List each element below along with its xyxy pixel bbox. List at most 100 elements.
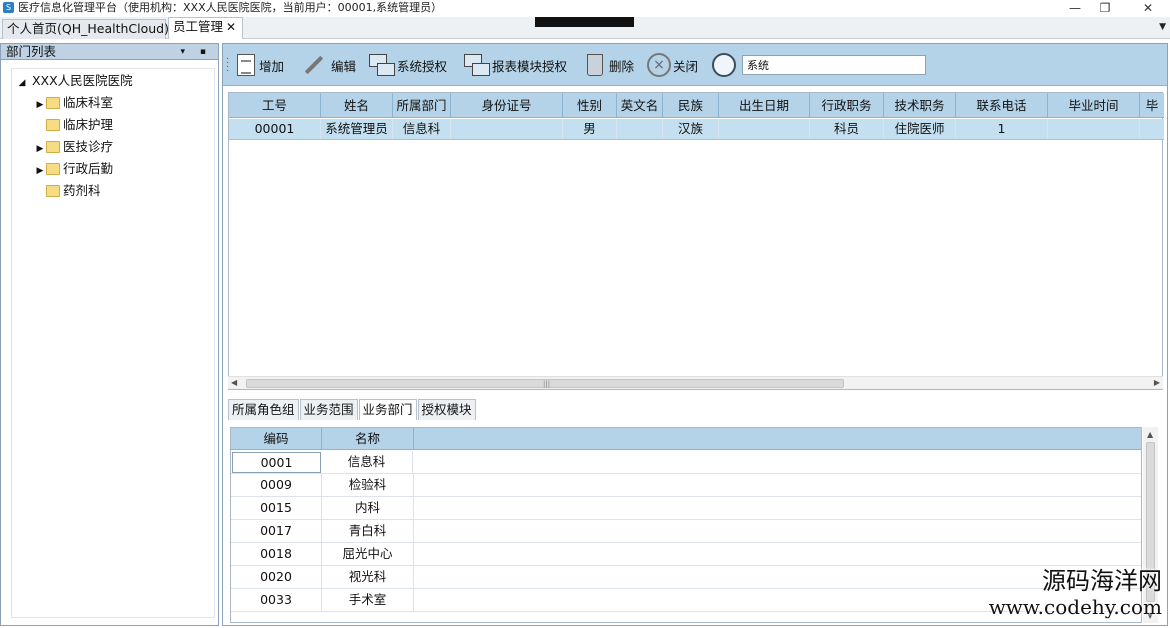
windows-icon: [369, 54, 395, 76]
staff-grid: 工号 姓名 所属部门 身份证号 性别 英文名 民族 出生日期 行政职务 技术职务…: [228, 92, 1164, 390]
cell-gender: 男: [563, 119, 617, 139]
tree-item-clinical-dept[interactable]: ▶ 临床科室: [34, 93, 113, 113]
tab-personal-home[interactable]: 个人首页(QH_HealthCloud): [2, 19, 169, 39]
cell-staff-id: 00001: [229, 119, 321, 139]
department-panel-header: 部门列表 ▾ ▪: [1, 44, 218, 60]
column-header[interactable]: 行政职务: [810, 93, 884, 118]
cell-name: 系统管理员: [321, 119, 393, 139]
app-logo-icon: S: [3, 2, 14, 13]
scroll-left-icon[interactable]: ◀: [231, 378, 237, 387]
column-header[interactable]: 联系电话: [956, 93, 1048, 118]
collapse-arrow-icon[interactable]: ◢: [16, 73, 28, 93]
column-header[interactable]: 姓名: [321, 93, 393, 118]
expand-arrow-icon[interactable]: ▶: [34, 161, 46, 181]
report-auth-button[interactable]: 报表模块授权: [464, 50, 567, 80]
staff-management-panel: ···· 增加 编辑 系统授权 报表模块授权 删除 ×关闭 工号 姓名 所属部门…: [222, 43, 1168, 626]
close-window-button[interactable]: ✕: [1137, 0, 1159, 16]
column-header[interactable]: 毕: [1140, 93, 1164, 118]
cell-phone: 1: [956, 119, 1048, 139]
tree-item-admin-logistics[interactable]: ▶ 行政后勤: [34, 159, 113, 179]
tree-item-pharmacy[interactable]: 药剂科: [34, 181, 101, 201]
close-circle-icon: ×: [647, 53, 671, 77]
minimize-button[interactable]: —: [1064, 0, 1086, 16]
restore-button[interactable]: ❐: [1094, 0, 1116, 16]
toolbar: · · · · 增加 编辑 系统授权 报表模块授权 删除 × 关闭: [223, 44, 1167, 86]
scroll-up-icon[interactable]: ▲: [1147, 430, 1153, 439]
folder-icon: [46, 163, 60, 175]
cell-code: 0009: [231, 474, 322, 496]
table-row[interactable]: 0018 屈光中心: [231, 543, 1141, 566]
tree-root-label: XXX人民医院医院: [31, 73, 133, 88]
table-row[interactable]: 0009 检验科: [231, 474, 1141, 497]
tab-business-department[interactable]: 业务部门: [358, 399, 417, 420]
column-header[interactable]: 工号: [229, 93, 321, 118]
tab-close-icon[interactable]: ✕: [226, 20, 236, 34]
cell-code: 0015: [231, 497, 322, 519]
department-panel: 部门列表 ▾ ▪ ◢ XXX人民医院医院 ▶ 临床科室 临床护理 ▶ 医技诊疗 ▶ 行…: [0, 43, 219, 626]
cell-dept-name: 视光科: [322, 566, 414, 588]
edit-button[interactable]: 编辑: [301, 50, 356, 80]
cell-tech-post: 住院医师: [884, 119, 956, 139]
delete-button-label: 删除: [609, 58, 635, 74]
department-tree: ◢ XXX人民医院医院 ▶ 临床科室 临床护理 ▶ 医技诊疗 ▶ 行政后勤 药剂科: [11, 68, 215, 618]
cell-graduation: [1048, 119, 1140, 139]
column-header[interactable]: 英文名: [617, 93, 663, 118]
tab-auth-module[interactable]: 授权模块: [417, 399, 476, 420]
watermark: 源码海洋网 www.codehy.com: [962, 567, 1162, 619]
title-bar: S 医疗信息化管理平台（使用机构：XXX人民医院医院，当前用户：00001,系统…: [0, 0, 1170, 16]
tab-role-group[interactable]: 所属角色组: [228, 399, 299, 420]
add-button-label: 增加: [259, 58, 285, 74]
add-document-icon: [237, 54, 255, 76]
table-row[interactable]: 0017 青白科: [231, 520, 1141, 543]
cell-code: 0033: [231, 589, 322, 611]
tree-item-medical-tech[interactable]: ▶ 医技诊疗: [34, 137, 113, 157]
scrollbar-thumb[interactable]: |||: [246, 379, 844, 388]
tab-label: 员工管理: [173, 19, 224, 34]
scroll-grip-icon: |||: [543, 380, 551, 388]
close-button[interactable]: × 关闭: [647, 50, 698, 80]
add-button[interactable]: 增加: [235, 50, 284, 80]
cell-dept-name: 内科: [322, 497, 414, 519]
column-header[interactable]: 身份证号: [451, 93, 563, 118]
watermark-url: www.codehy.com: [988, 595, 1162, 619]
table-row-selected[interactable]: 00001 系统管理员 信息科 男 汉族 科员 住院医师 1: [229, 119, 1164, 140]
tab-menu-arrow-icon[interactable]: ▼: [1159, 22, 1166, 32]
tree-item-clinical-nursing[interactable]: 临床护理: [34, 115, 113, 135]
edit-button-label: 编辑: [331, 58, 357, 74]
cell-code: 0017: [231, 520, 322, 542]
search-icon: [712, 53, 736, 77]
column-header[interactable]: 出生日期: [719, 93, 810, 118]
column-header[interactable]: 性别: [563, 93, 617, 118]
table-row[interactable]: 0015 内科: [231, 497, 1141, 520]
trash-icon: [587, 54, 603, 76]
cell-extra: [1140, 119, 1164, 139]
window-title: 医疗信息化管理平台（使用机构：XXX人民医院医院，当前用户：00001,系统管理…: [18, 1, 443, 14]
tree-item-label: 临床护理: [63, 117, 114, 132]
horizontal-scrollbar[interactable]: ◀ ||| ▶: [228, 376, 1163, 389]
watermark-title: 源码海洋网: [1042, 567, 1162, 595]
column-header[interactable]: 所属部门: [393, 93, 451, 118]
column-header[interactable]: 编码: [231, 428, 322, 450]
tree-root[interactable]: ◢ XXX人民医院医院: [16, 71, 133, 91]
scroll-right-icon[interactable]: ▶: [1154, 378, 1160, 387]
delete-button[interactable]: 删除: [585, 50, 634, 80]
column-header[interactable]: 技术职务: [884, 93, 956, 118]
table-row[interactable]: 0001 信息科: [231, 451, 1141, 474]
tab-staff-management[interactable]: 员工管理 ✕: [168, 17, 243, 39]
system-auth-button[interactable]: 系统授权: [369, 50, 447, 80]
folder-icon: [46, 97, 60, 109]
cell-dept-name: 青白科: [322, 520, 414, 542]
column-header[interactable]: 民族: [663, 93, 719, 118]
column-header[interactable]: 名称: [322, 428, 414, 450]
tab-business-scope[interactable]: 业务范围: [299, 399, 358, 420]
column-header[interactable]: 毕业时间: [1048, 93, 1140, 118]
cell-dept-name: 检验科: [322, 474, 414, 496]
panel-pin-icon[interactable]: ▾ ▪: [181, 44, 212, 60]
search-input[interactable]: [742, 55, 926, 75]
expand-arrow-icon[interactable]: ▶: [34, 139, 46, 159]
toolbar-grip-icon[interactable]: · · · ·: [226, 55, 229, 77]
expand-arrow-icon[interactable]: ▶: [34, 95, 46, 115]
tree-item-label: 药剂科: [63, 183, 101, 198]
search-button[interactable]: [712, 50, 742, 80]
department-panel-title: 部门列表: [6, 44, 57, 59]
